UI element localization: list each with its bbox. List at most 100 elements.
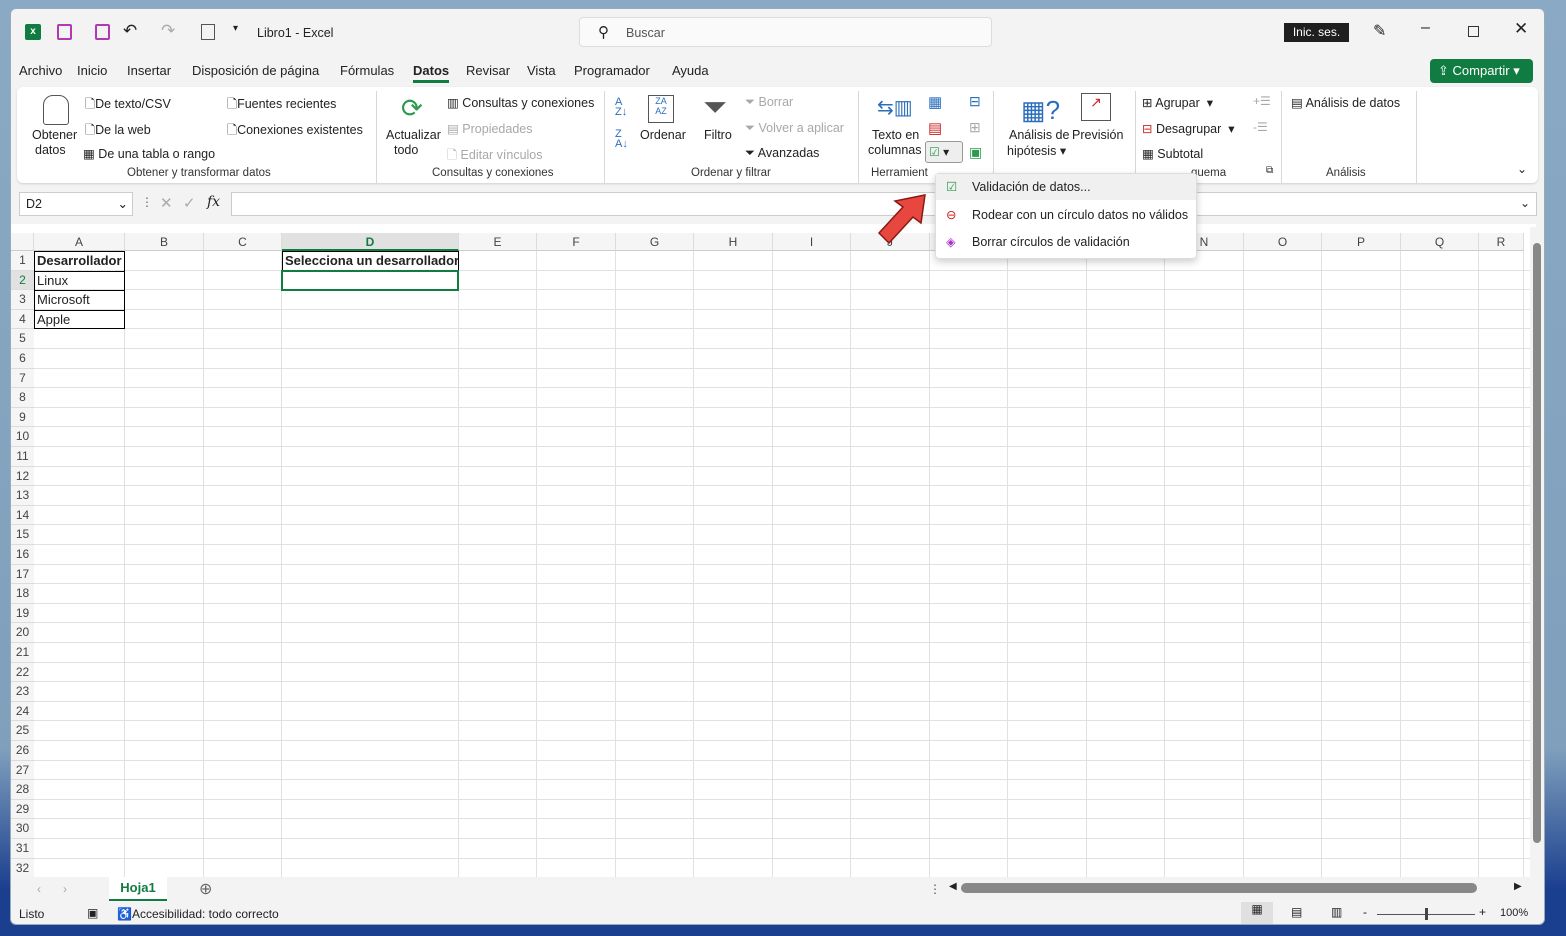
zoom-in-button[interactable]: + xyxy=(1479,905,1486,919)
row-header[interactable]: 1 xyxy=(11,251,34,271)
tab-inicio[interactable]: Inicio xyxy=(77,63,107,78)
scroll-right-icon[interactable]: ▶ xyxy=(1514,881,1522,892)
row-header[interactable]: 28 xyxy=(11,780,34,800)
row-header[interactable]: 6 xyxy=(11,349,34,369)
from-csv-button[interactable]: 🗋De texto/CSV xyxy=(85,95,171,116)
prev-sheet-icon[interactable]: ‹ xyxy=(37,882,41,896)
recent-sources-button[interactable]: 🗋Fuentes recientes xyxy=(227,95,336,116)
column-header[interactable]: Q xyxy=(1401,233,1479,251)
column-header[interactable]: A xyxy=(34,233,125,251)
cancel-icon[interactable]: ✕ xyxy=(160,194,173,212)
zoom-level[interactable]: 100% xyxy=(1500,907,1528,919)
row-header[interactable]: 11 xyxy=(11,447,34,467)
sort-az-icon[interactable]: A Z↓ xyxy=(615,97,627,118)
row-header[interactable]: 29 xyxy=(11,799,34,820)
save-icon[interactable] xyxy=(95,24,110,40)
consolidate-icon[interactable]: ⊟ xyxy=(969,93,981,110)
row-header[interactable]: 16 xyxy=(11,545,34,565)
column-header[interactable]: B xyxy=(125,233,204,251)
print-preview-icon[interactable] xyxy=(201,24,215,40)
tab-programador[interactable]: Programador xyxy=(574,63,650,78)
accessibility-status[interactable]: ♿Accesibilidad: todo correcto xyxy=(117,907,279,921)
scroll-left-icon[interactable]: ◀ xyxy=(949,881,957,892)
worksheet-grid[interactable]: ABCDEFGHIJKLMNOPQR1234567891011121314151… xyxy=(11,224,1536,879)
column-header[interactable]: C xyxy=(204,233,282,251)
row-header[interactable]: 5 xyxy=(11,329,34,349)
minimize-button[interactable]: – xyxy=(1421,19,1430,37)
pen-icon[interactable]: ✎ xyxy=(1373,21,1386,41)
tab-archivo[interactable]: Archivo xyxy=(19,63,62,78)
remove-duplicates-icon[interactable]: ▤ xyxy=(928,119,942,137)
row-header[interactable]: 14 xyxy=(11,505,34,526)
sort-za-icon[interactable]: Z A↓ xyxy=(615,129,628,150)
vertical-scrollbar[interactable] xyxy=(1530,227,1544,877)
page-break-button[interactable]: ▥ xyxy=(1331,905,1342,919)
row-header[interactable]: 21 xyxy=(11,643,34,663)
column-header[interactable]: O xyxy=(1244,233,1322,251)
data-validation-button[interactable]: ☑ ▾ xyxy=(925,141,963,163)
column-header[interactable]: R xyxy=(1479,233,1524,251)
advanced-filter-button[interactable]: ⏷ Avanzadas xyxy=(745,146,819,161)
row-header[interactable]: 3 xyxy=(11,290,34,310)
row-header[interactable]: 27 xyxy=(11,760,34,781)
customize-toolbar-icon[interactable]: ▾ xyxy=(233,23,238,34)
next-sheet-icon[interactable]: › xyxy=(63,882,67,896)
menu-item-clear-circles[interactable]: ◈ Borrar círculos de validación xyxy=(936,229,1196,255)
column-header[interactable]: F xyxy=(537,233,616,251)
column-header[interactable]: E xyxy=(459,233,537,251)
close-button[interactable]: ✕ xyxy=(1514,19,1528,39)
macro-record-icon[interactable]: ▣ xyxy=(87,906,98,920)
column-header[interactable]: I xyxy=(773,233,851,251)
queries-connections-button[interactable]: ▥ Consultas y conexiones xyxy=(447,95,594,110)
from-table-button[interactable]: ▦ De una tabla o rango xyxy=(83,146,215,161)
row-header[interactable]: 24 xyxy=(11,701,34,722)
row-header[interactable]: 8 xyxy=(11,388,34,408)
group-button[interactable]: ⊞ Agrupar ▾ xyxy=(1142,95,1213,110)
row-header[interactable]: 25 xyxy=(11,721,34,741)
refresh-all-button[interactable]: Actualizar xyxy=(386,128,441,142)
row-header[interactable]: 30 xyxy=(11,819,34,839)
splitter-icon[interactable]: ⋮ xyxy=(929,882,941,896)
row-header[interactable]: 26 xyxy=(11,741,34,761)
tab-revisar[interactable]: Revisar xyxy=(466,63,510,78)
sheet-tab-hoja1[interactable]: Hoja1 xyxy=(109,877,167,901)
column-header[interactable]: D xyxy=(282,233,459,251)
text-to-columns-button[interactable]: Texto en xyxy=(872,128,919,142)
sort-button[interactable]: Ordenar xyxy=(640,128,686,142)
row-header[interactable]: 12 xyxy=(11,466,34,487)
column-header[interactable]: H xyxy=(694,233,773,251)
selected-cell-D2[interactable] xyxy=(281,269,459,292)
dialog-launcher-icon[interactable]: ⧉ xyxy=(1266,165,1273,176)
row-header[interactable]: 7 xyxy=(11,368,34,389)
enter-icon[interactable]: ✓ xyxy=(183,194,196,212)
zoom-out-button[interactable]: - xyxy=(1363,905,1367,919)
name-box[interactable]: D2 ⌄ xyxy=(19,192,133,216)
row-header[interactable]: 2 xyxy=(11,270,34,291)
share-button[interactable]: ⇪ Compartir ▾ xyxy=(1430,59,1533,83)
insert-function-icon[interactable]: fx xyxy=(207,194,220,210)
menu-item-circle-invalid[interactable]: ⊖ Rodear con un círculo datos no válidos xyxy=(936,202,1196,228)
sign-in-button[interactable]: Inic. ses. xyxy=(1284,23,1349,42)
search-box[interactable]: ⚲ Buscar xyxy=(579,17,992,47)
flash-fill-icon[interactable]: ▦ xyxy=(928,93,942,111)
get-data-button[interactable]: Obtener xyxy=(32,128,77,142)
from-web-button[interactable]: 🗋De la web xyxy=(85,121,151,142)
tab-datos[interactable]: Datos xyxy=(413,63,450,83)
collapse-ribbon-icon[interactable]: ⌄ xyxy=(1517,162,1527,176)
data-model-icon[interactable]: ▣ xyxy=(969,144,982,161)
row-header[interactable]: 20 xyxy=(11,623,34,643)
row-header[interactable]: 10 xyxy=(11,427,34,447)
row-header[interactable]: 31 xyxy=(11,839,34,859)
row-header[interactable]: 18 xyxy=(11,584,34,604)
ungroup-button[interactable]: ⊟ Desagrupar ▾ xyxy=(1142,121,1235,136)
column-header[interactable]: P xyxy=(1322,233,1401,251)
row-header[interactable]: 4 xyxy=(11,309,34,330)
page-layout-button[interactable]: ▤ xyxy=(1291,905,1302,919)
row-header[interactable]: 9 xyxy=(11,407,34,428)
undo-icon[interactable]: ↶ xyxy=(123,21,137,41)
subtotal-button[interactable]: ▦ Subtotal xyxy=(1142,146,1203,161)
tab-insertar[interactable]: Insertar xyxy=(127,63,171,78)
add-sheet-icon[interactable]: ⊕ xyxy=(199,879,212,899)
menu-item-data-validation[interactable]: ☑ Validación de datos... xyxy=(936,174,1196,200)
what-if-button[interactable]: Análisis de xyxy=(1009,128,1069,142)
